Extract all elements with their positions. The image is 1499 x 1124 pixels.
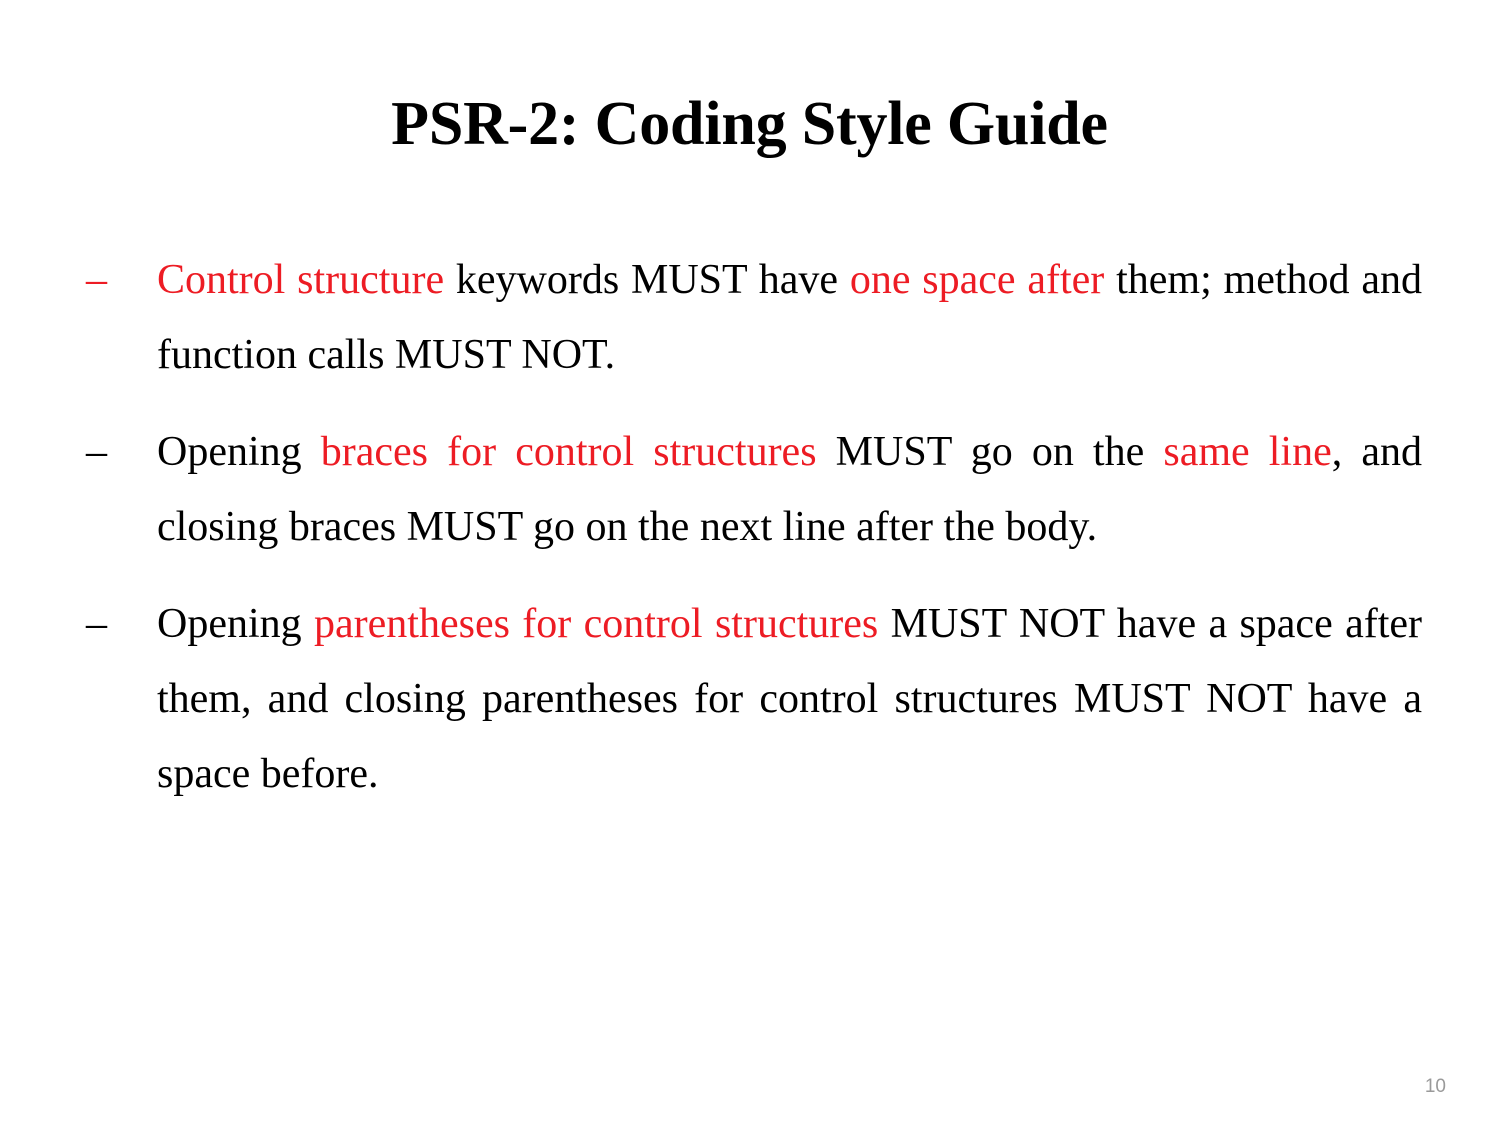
- bullet-dash-icon: –: [86, 601, 107, 647]
- list-item[interactable]: – Opening parentheses for control struct…: [86, 587, 1422, 812]
- highlight-phrase: braces for control structures: [320, 429, 817, 475]
- plain-phrase: Opening: [157, 429, 321, 475]
- slide: PSR-2: Coding Style Guide – Control stru…: [0, 0, 1499, 1124]
- list-item[interactable]: – Opening braces for control structures …: [86, 415, 1422, 565]
- bullet-dash-icon: –: [86, 429, 107, 475]
- list-item-text: Control structure keywords MUST have one…: [157, 243, 1422, 393]
- list-item[interactable]: – Control structure keywords MUST have o…: [86, 243, 1422, 393]
- plain-phrase: keywords MUST have: [444, 257, 850, 303]
- highlight-phrase: same line: [1163, 429, 1332, 475]
- plain-phrase: Opening: [157, 601, 315, 647]
- page-title: PSR-2: Coding Style Guide: [391, 90, 1108, 158]
- bullet-list: – Control structure keywords MUST have o…: [86, 243, 1422, 812]
- highlight-phrase: Control structure: [157, 257, 445, 303]
- page-number: 10: [1424, 1076, 1446, 1097]
- list-item-text: Opening parentheses for control structur…: [157, 587, 1422, 812]
- highlight-phrase: parentheses for control structures: [314, 601, 879, 647]
- plain-phrase: MUST go on the: [816, 429, 1164, 475]
- highlight-phrase: one space after: [849, 257, 1105, 303]
- list-item-text: Opening braces for control structures MU…: [157, 415, 1422, 565]
- bullet-dash-icon: –: [86, 257, 107, 303]
